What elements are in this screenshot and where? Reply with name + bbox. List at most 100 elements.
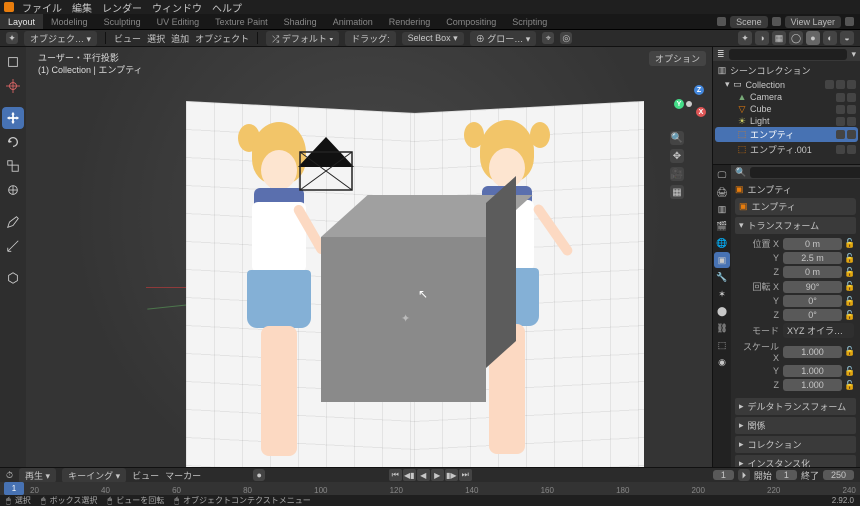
restrict-viewport-icon[interactable] bbox=[836, 145, 845, 154]
start-frame-field[interactable]: 1 bbox=[776, 470, 797, 480]
lock-icon[interactable]: 🔓 bbox=[844, 267, 854, 278]
rot-y-field[interactable]: 0° bbox=[783, 295, 842, 307]
view-layer-field[interactable]: View Layer bbox=[785, 16, 841, 28]
jump-start-icon[interactable]: ⏮ bbox=[389, 469, 402, 481]
orientation-gizmo[interactable]: Y Z X bbox=[670, 85, 706, 121]
axis-z-icon[interactable]: Z bbox=[694, 85, 704, 95]
workspace-tab-rendering[interactable]: Rendering bbox=[381, 14, 439, 29]
play-fwd-icon[interactable]: ▶ bbox=[431, 469, 444, 481]
panel-collections-header[interactable]: ▸ コレクション bbox=[735, 436, 856, 453]
shading-solid-icon[interactable]: ● bbox=[806, 31, 820, 45]
tool-scale[interactable] bbox=[2, 155, 24, 177]
vp-menu-object[interactable]: オブジェクト bbox=[195, 32, 249, 45]
restrict-viewport-icon[interactable] bbox=[836, 80, 845, 89]
loc-z-field[interactable]: 0 m bbox=[783, 266, 842, 278]
timeline-track[interactable]: 1 20 40 60 80 100 120 140 160 180 200 22… bbox=[0, 482, 860, 495]
next-key-icon[interactable]: ▮▶ bbox=[445, 469, 458, 481]
panel-transform-header[interactable]: ▾ トランスフォーム bbox=[735, 217, 856, 234]
timeline-keying-menu[interactable]: キーイング ▾ bbox=[62, 468, 126, 483]
workspace-tab-compositing[interactable]: Compositing bbox=[438, 14, 504, 29]
snap-icon[interactable]: ⌖ bbox=[542, 32, 554, 44]
workspace-tab-scripting[interactable]: Scripting bbox=[504, 14, 555, 29]
prop-tab-constraint[interactable]: ⛓ bbox=[714, 320, 730, 336]
outliner-filter-icon[interactable]: ▾ bbox=[851, 49, 856, 60]
proportional-icon[interactable]: ◎ bbox=[560, 32, 572, 44]
restrict-render-icon[interactable] bbox=[847, 80, 856, 89]
lock-icon[interactable]: 🔓 bbox=[844, 253, 854, 264]
workspace-tab-texpaint[interactable]: Texture Paint bbox=[207, 14, 276, 29]
workspace-tab-shading[interactable]: Shading bbox=[276, 14, 325, 29]
workspace-tab-animation[interactable]: Animation bbox=[325, 14, 381, 29]
menu-edit[interactable]: 編集 bbox=[68, 0, 96, 15]
lock-icon[interactable]: 🔓 bbox=[844, 296, 854, 307]
scale-z-field[interactable]: 1.000 bbox=[783, 379, 842, 391]
tool-transform[interactable] bbox=[2, 179, 24, 201]
outliner-cube[interactable]: ▽ Cube bbox=[715, 103, 858, 115]
workspace-tab-uv[interactable]: UV Editing bbox=[149, 14, 208, 29]
viewport-3d[interactable]: ユーザー・平行投影 (1) Collection | エンプティ オプション bbox=[26, 47, 712, 467]
prop-tab-material[interactable]: ◉ bbox=[714, 354, 730, 370]
tool-select[interactable] bbox=[2, 51, 24, 73]
timeline-play-menu[interactable]: 再生 ▾ bbox=[19, 468, 56, 483]
lock-icon[interactable]: 🔓 bbox=[844, 238, 854, 249]
prev-key-icon[interactable]: ◀▮ bbox=[403, 469, 416, 481]
outliner-empty-001[interactable]: ⬚ エンプティ.001 bbox=[715, 142, 858, 157]
menu-window[interactable]: ウィンドウ bbox=[148, 0, 206, 15]
restrict-viewport-icon[interactable] bbox=[836, 117, 845, 126]
restrict-render-icon[interactable] bbox=[847, 117, 856, 126]
shading-wire-icon[interactable]: ◯ bbox=[789, 31, 803, 45]
end-frame-field[interactable]: 250 bbox=[823, 470, 854, 480]
scene-browse-icon[interactable] bbox=[717, 17, 726, 26]
prop-tab-output[interactable]: 🖨 bbox=[714, 184, 730, 200]
shading-render-icon[interactable]: ◒ bbox=[840, 31, 854, 45]
restrict-render-icon[interactable] bbox=[847, 130, 856, 139]
transform-orientation-dropdown[interactable]: ⊕ グロー… ▾ bbox=[470, 31, 537, 46]
lock-icon[interactable]: 🔓 bbox=[844, 346, 854, 357]
restrict-select-icon[interactable] bbox=[825, 80, 834, 89]
editor-type-icon[interactable]: ✦ bbox=[6, 32, 18, 44]
xray-icon[interactable]: ▦ bbox=[772, 31, 786, 45]
prop-tab-data[interactable]: ⬚ bbox=[714, 337, 730, 353]
axis-x-icon[interactable]: X bbox=[696, 107, 706, 117]
tool-measure[interactable] bbox=[2, 235, 24, 257]
outliner-search-input[interactable] bbox=[729, 49, 848, 60]
outliner-camera[interactable]: ▲ Camera bbox=[715, 91, 858, 103]
tool-move[interactable] bbox=[2, 107, 24, 129]
workspace-tab-modeling[interactable]: Modeling bbox=[43, 14, 96, 29]
properties-type-icon[interactable]: 🔍 bbox=[735, 167, 746, 178]
rot-x-field[interactable]: 90° bbox=[783, 281, 842, 293]
menu-file[interactable]: ファイル bbox=[18, 0, 66, 15]
prop-tab-viewlayer[interactable]: ▥ bbox=[714, 201, 730, 217]
tool-addcube[interactable] bbox=[2, 267, 24, 289]
perspective-toggle-icon[interactable]: ▦ bbox=[670, 185, 684, 199]
zoom-icon[interactable]: 🔍 bbox=[670, 131, 684, 145]
properties-search-input[interactable] bbox=[750, 167, 860, 178]
playhead[interactable]: 1 bbox=[4, 482, 24, 495]
restrict-render-icon[interactable] bbox=[847, 105, 856, 114]
rot-z-field[interactable]: 0° bbox=[783, 309, 842, 321]
menu-render[interactable]: レンダー bbox=[98, 0, 146, 15]
tool-cursor[interactable] bbox=[2, 75, 24, 97]
lock-icon[interactable]: 🔓 bbox=[844, 310, 854, 321]
play-rev-icon[interactable]: ◀ bbox=[417, 469, 430, 481]
scale-x-field[interactable]: 1.000 bbox=[783, 346, 842, 358]
prop-tab-physics[interactable]: ⬤ bbox=[714, 303, 730, 319]
overlay-toggle-icon[interactable]: ◑ bbox=[755, 31, 769, 45]
scene-name-field[interactable]: Scene bbox=[730, 16, 768, 28]
rot-mode-dropdown[interactable]: XYZ オイラ… bbox=[783, 323, 854, 338]
jump-end-icon[interactable]: ⏭ bbox=[459, 469, 472, 481]
tool-rotate[interactable] bbox=[2, 131, 24, 153]
lock-icon[interactable]: 🔓 bbox=[844, 366, 854, 377]
outliner-scene-collection[interactable]: ▥ シーンコレクション bbox=[715, 63, 858, 78]
prop-tab-render[interactable]: 🖵 bbox=[714, 167, 730, 183]
pan-icon[interactable]: ✥ bbox=[670, 149, 684, 163]
outliner-collection[interactable]: ▾ ▭ Collection bbox=[715, 78, 858, 91]
timeline-marker-menu[interactable]: マーカー bbox=[165, 469, 201, 482]
shading-matprev-icon[interactable]: ◐ bbox=[823, 31, 837, 45]
disclosure-icon[interactable]: ▾ bbox=[725, 79, 730, 90]
restrict-viewport-icon[interactable] bbox=[836, 93, 845, 102]
viewport-options[interactable]: オプション bbox=[649, 51, 706, 66]
loc-x-field[interactable]: 0 m bbox=[783, 238, 842, 250]
prop-tab-scene[interactable]: 🎬 bbox=[714, 218, 730, 234]
restrict-render-icon[interactable] bbox=[847, 145, 856, 154]
